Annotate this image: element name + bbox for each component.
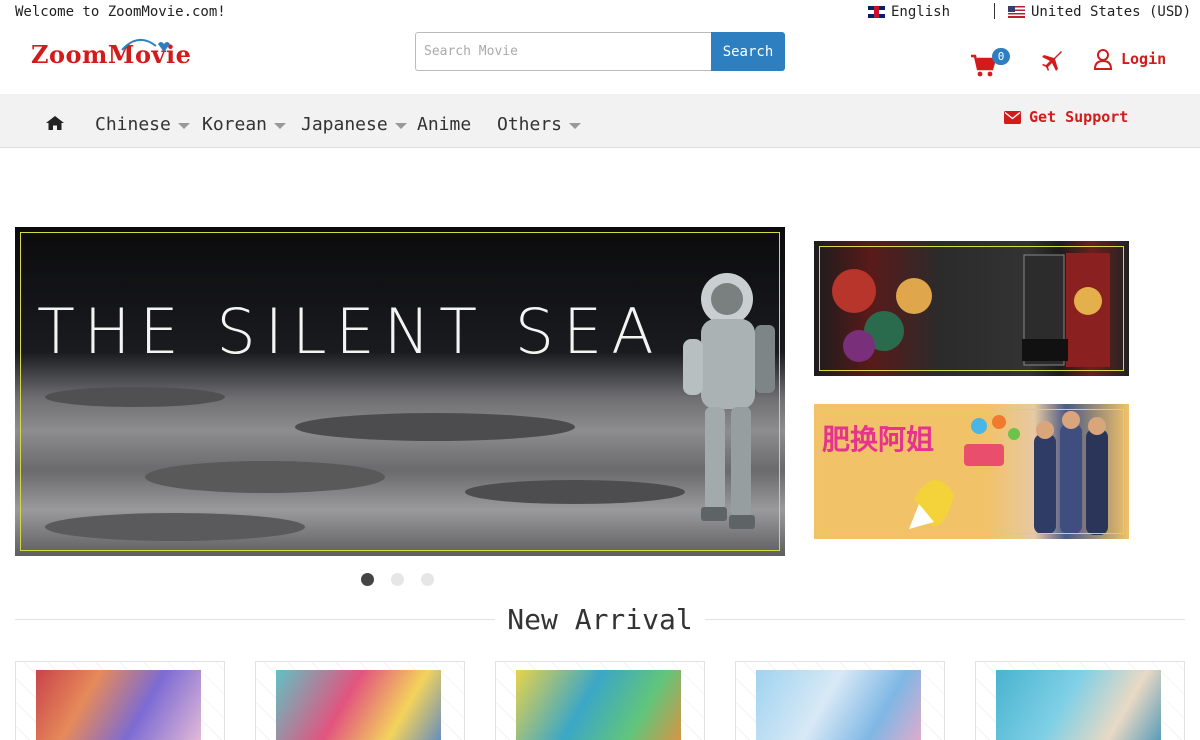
support-label: Get Support: [1029, 108, 1129, 126]
home-icon[interactable]: [45, 115, 65, 131]
nav-item-label: Korean: [202, 114, 268, 135]
banner-frame: [819, 246, 1124, 371]
carousel-dot[interactable]: [361, 573, 374, 586]
nav-item-label: Anime: [417, 114, 472, 135]
search-form: Search: [415, 32, 785, 71]
chevron-down-icon: [569, 122, 582, 129]
product-card[interactable]: [255, 661, 465, 740]
hero-carousel-slide[interactable]: THE SILENT SEA: [15, 227, 785, 556]
product-cover-image: [516, 670, 681, 740]
product-card[interactable]: [495, 661, 705, 740]
topbar-divider: [994, 3, 995, 19]
us-flag-icon: [1008, 6, 1025, 18]
search-input[interactable]: [415, 32, 711, 71]
product-cover-image: [996, 670, 1161, 740]
get-support-link[interactable]: Get Support: [1004, 108, 1128, 126]
nav-item-others[interactable]: Others: [497, 114, 582, 135]
search-button[interactable]: Search: [711, 32, 785, 71]
uk-flag-icon: [868, 6, 885, 18]
main-nav: Chinese Korean Japanese Anime Others Get…: [0, 94, 1200, 148]
site-header: ZoomMovie Search 0 Login: [0, 26, 1200, 94]
airplane-icon[interactable]: [1040, 48, 1064, 72]
user-icon: [1093, 49, 1113, 70]
nav-item-japanese[interactable]: Japanese: [301, 114, 407, 135]
language-label: English: [891, 4, 951, 20]
country-label: United States (USD): [1031, 4, 1192, 20]
variety-show-banner[interactable]: 肥换阿姐: [814, 404, 1129, 539]
nav-item-label: Chinese: [95, 114, 171, 135]
login-link[interactable]: Login: [1093, 48, 1166, 70]
chevron-down-icon: [177, 122, 190, 129]
welcome-text: Welcome to ZoomMovie.com!: [15, 4, 226, 20]
top-bar: Welcome to ZoomMovie.com! English United…: [0, 0, 1200, 26]
nav-item-label: Japanese: [301, 114, 388, 135]
language-selector[interactable]: English: [868, 4, 950, 20]
nav-item-label: Others: [497, 114, 563, 135]
product-card[interactable]: [735, 661, 945, 740]
chevron-down-icon: [394, 122, 407, 129]
country-selector[interactable]: United States (USD): [1008, 4, 1191, 20]
nav-item-chinese[interactable]: Chinese: [95, 114, 190, 135]
carousel-dot[interactable]: [391, 573, 404, 586]
product-card[interactable]: [975, 661, 1185, 740]
carousel-indicators: [361, 573, 434, 586]
product-cover-image: [36, 670, 201, 740]
banner-frame: [819, 409, 1124, 534]
product-cover-image: [756, 670, 921, 740]
section-title: New Arrival: [495, 603, 705, 637]
demon-slayer-banner[interactable]: [814, 241, 1129, 376]
chevron-down-icon: [274, 122, 287, 129]
cart-button[interactable]: 0: [970, 48, 1010, 78]
logo-swoosh-icon: [121, 39, 170, 52]
nav-item-anime[interactable]: Anime: [417, 114, 471, 135]
login-label: Login: [1121, 50, 1167, 68]
hero-frame: [20, 232, 780, 551]
cart-count-badge: 0: [992, 48, 1010, 65]
product-card[interactable]: [15, 661, 225, 740]
envelope-icon: [1004, 110, 1021, 124]
nav-item-korean[interactable]: Korean: [202, 114, 287, 135]
carousel-dot[interactable]: [421, 573, 434, 586]
product-cover-image: [276, 670, 441, 740]
